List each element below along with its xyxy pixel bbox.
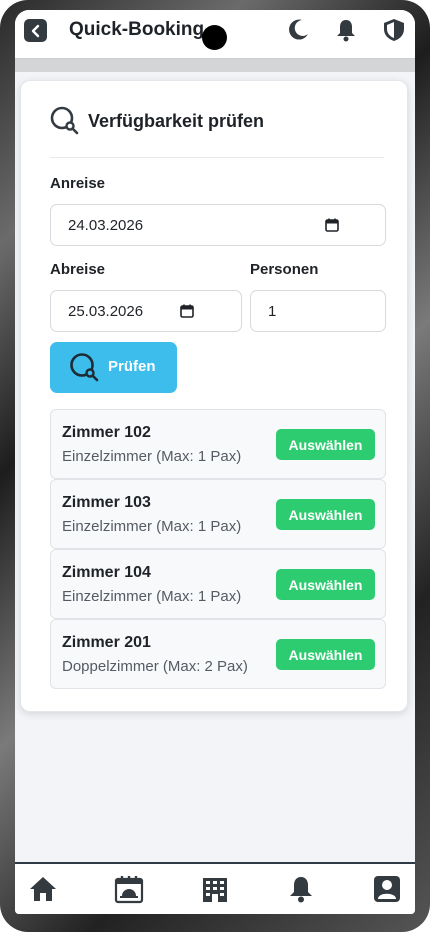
user-icon[interactable] xyxy=(372,874,402,904)
calendar-icon[interactable] xyxy=(179,303,195,319)
divider xyxy=(50,157,384,158)
availability-card: Verfügbarkeit prüfen Anreise 24.03.2026 … xyxy=(20,80,408,712)
header-shadow xyxy=(15,58,415,72)
persons-input[interactable]: 1 xyxy=(250,290,386,332)
app-title: Quick-Booking xyxy=(69,19,205,40)
room-name: Zimmer 104 xyxy=(62,564,151,581)
search-icon xyxy=(70,353,99,382)
room-type: Einzelzimmer (Max: 1 Pax) xyxy=(62,518,242,535)
select-room-button[interactable]: Auswählen xyxy=(276,499,375,530)
app-screen: Quick-Booking Verfügbarkeit prüfen Anrei… xyxy=(15,10,415,914)
select-room-button[interactable]: Auswählen xyxy=(276,429,375,460)
shield-icon[interactable] xyxy=(381,17,407,43)
arrival-date-value: 24.03.2026 xyxy=(68,217,144,234)
room-type: Doppelzimmer (Max: 2 Pax) xyxy=(62,658,248,675)
room-list-item: Zimmer 102 Einzelzimmer (Max: 1 Pax) Aus… xyxy=(50,409,386,479)
departure-date-field[interactable]: 25.03.2026 xyxy=(50,290,242,332)
persons-label: Personen xyxy=(250,261,319,278)
room-name: Zimmer 103 xyxy=(62,494,151,511)
select-room-button[interactable]: Auswählen xyxy=(276,639,375,670)
check-button-label: Prüfen xyxy=(108,358,156,375)
check-availability-button[interactable]: Prüfen xyxy=(50,342,177,393)
room-list-item: Zimmer 201 Doppelzimmer (Max: 2 Pax) Aus… xyxy=(50,619,386,689)
bell-icon[interactable] xyxy=(333,17,359,43)
back-button[interactable] xyxy=(24,19,47,42)
persons-value: 1 xyxy=(268,303,277,320)
phone-frame: Quick-Booking Verfügbarkeit prüfen Anrei… xyxy=(0,0,430,932)
hotel-building-icon[interactable] xyxy=(200,874,230,904)
home-icon[interactable] xyxy=(28,874,58,904)
room-type: Einzelzimmer (Max: 1 Pax) xyxy=(62,588,242,605)
bell-icon[interactable] xyxy=(286,874,316,904)
top-bar: Quick-Booking xyxy=(15,10,415,59)
departure-date-value: 25.03.2026 xyxy=(68,303,144,320)
room-name: Zimmer 102 xyxy=(62,424,151,441)
moon-icon[interactable] xyxy=(285,17,311,43)
room-list-item: Zimmer 103 Einzelzimmer (Max: 1 Pax) Aus… xyxy=(50,479,386,549)
arrival-label: Anreise xyxy=(50,175,106,192)
select-room-button[interactable]: Auswählen xyxy=(276,569,375,600)
card-title: Verfügbarkeit prüfen xyxy=(88,111,265,131)
calendar-icon[interactable] xyxy=(324,217,340,233)
arrival-date-field[interactable]: 24.03.2026 xyxy=(50,204,386,246)
back-icon xyxy=(31,24,39,37)
room-list-item: Zimmer 104 Einzelzimmer (Max: 1 Pax) Aus… xyxy=(50,549,386,619)
search-icon xyxy=(50,106,79,135)
room-type: Einzelzimmer (Max: 1 Pax) xyxy=(62,448,242,465)
departure-label: Abreise xyxy=(50,261,106,278)
room-name: Zimmer 201 xyxy=(62,634,151,651)
calendar-service-icon[interactable] xyxy=(114,874,144,904)
front-camera xyxy=(202,25,227,50)
bottom-navigation xyxy=(15,862,415,914)
